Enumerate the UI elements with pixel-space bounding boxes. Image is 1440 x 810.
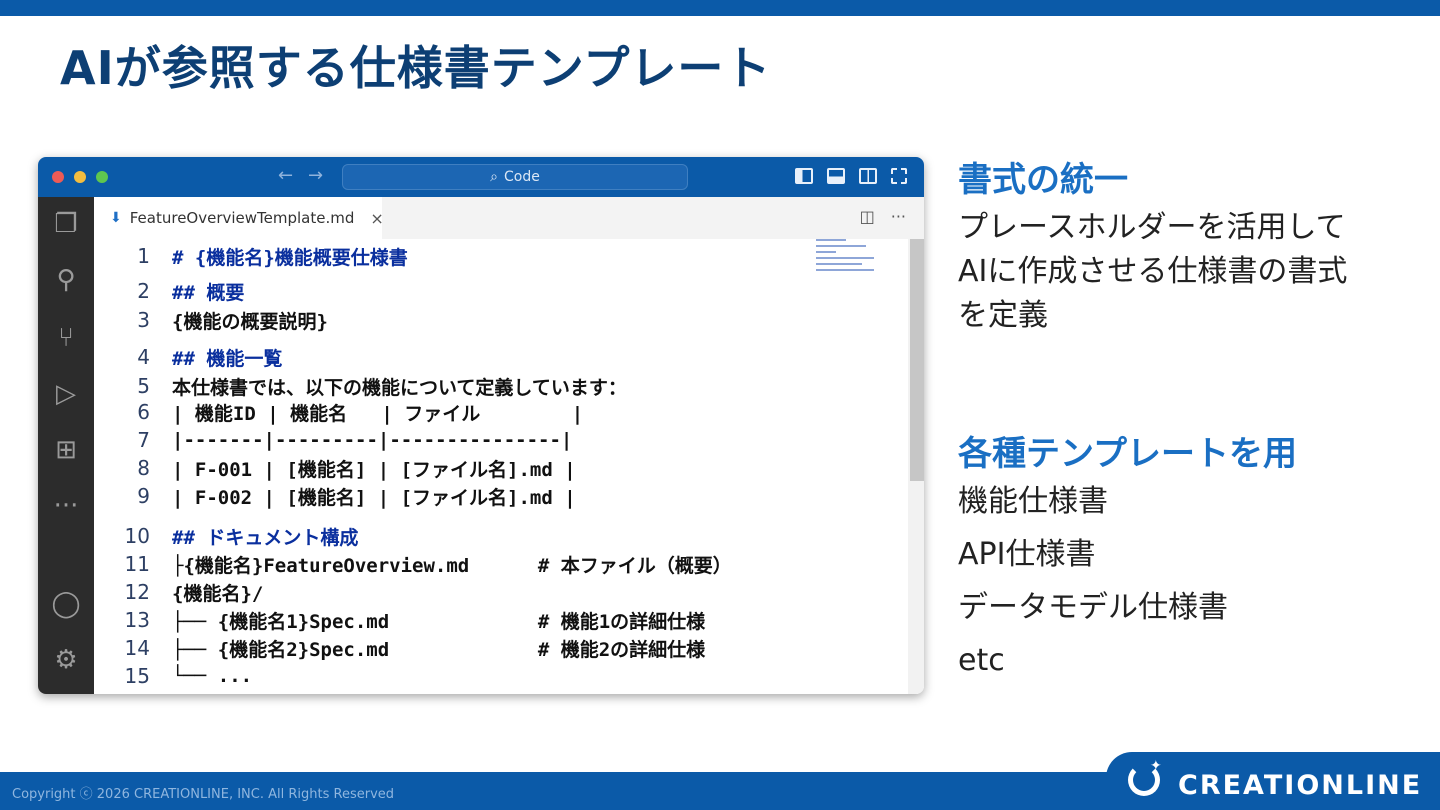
window-titlebar: ← → ⌕ Code bbox=[38, 157, 924, 197]
tab-title: FeatureOverviewTemplate.md bbox=[129, 209, 355, 227]
line-number: 7 bbox=[137, 428, 150, 452]
markdown-file-icon: ⬇ bbox=[110, 210, 122, 226]
editor-tab[interactable]: ⬇ FeatureOverviewTemplate.md × bbox=[94, 197, 384, 239]
section2-item-2: API仕様書 bbox=[958, 537, 1096, 572]
code-line[interactable]: 9 | F-002 | [機能名] | [ファイル名].md | bbox=[94, 483, 575, 509]
section2-item-3: データモデル仕様書 bbox=[958, 590, 1228, 625]
toggle-primary-sidebar-icon[interactable] bbox=[795, 168, 813, 184]
line-number: 9 bbox=[137, 484, 150, 508]
run-debug-icon[interactable]: ▷ bbox=[38, 379, 94, 409]
code-line-text: ├── {機能名2}Spec.md # 機能2の詳細仕様 bbox=[172, 638, 706, 661]
code-line[interactable]: 10 ## ドキュメント構成 bbox=[94, 523, 359, 549]
copyright-text: Copyright ⓒ 2026 CREATIONLINE, INC. All … bbox=[12, 787, 395, 802]
line-number: 10 bbox=[124, 524, 150, 548]
code-line-text: ├── {機能名1}Spec.md # 機能1の詳細仕様 bbox=[172, 610, 706, 633]
command-center-label: Code bbox=[504, 169, 540, 185]
code-line[interactable]: 13 ├── {機能名1}Spec.md # 機能1の詳細仕様 bbox=[94, 607, 706, 633]
source-control-icon[interactable]: ⑂ bbox=[38, 323, 94, 353]
more-icon[interactable]: ··· bbox=[38, 491, 94, 521]
company-logo-text: CREATIONLINE bbox=[1178, 770, 1423, 801]
code-line[interactable]: 7 |-------|---------|---------------| bbox=[94, 427, 572, 453]
maximize-window-button[interactable] bbox=[96, 171, 108, 183]
slide-title: AIが参照する仕様書テンプレート bbox=[60, 41, 772, 95]
line-number: 3 bbox=[137, 308, 150, 332]
code-line-text: ## 機能一覧 bbox=[172, 347, 283, 370]
code-line[interactable]: 5 本仕様書では、以下の機能について定義しています： bbox=[94, 373, 627, 399]
line-number: 1 bbox=[137, 244, 150, 268]
section1-heading: 書式の統一 bbox=[958, 160, 1128, 200]
code-line-text: ├{機能名}FeatureOverview.md # 本ファイル（概要） bbox=[172, 554, 732, 577]
code-line-text: | F-001 | [機能名] | [ファイル名].md | bbox=[172, 458, 576, 481]
code-line-text: 本仕様書では、以下の機能について定義しています： bbox=[172, 376, 627, 399]
minimap[interactable] bbox=[816, 239, 878, 289]
line-number: 8 bbox=[137, 456, 150, 480]
code-line[interactable]: 11 ├{機能名}FeatureOverview.md # 本ファイル（概要） bbox=[94, 551, 732, 577]
line-number: 13 bbox=[124, 608, 150, 632]
code-line[interactable]: 2 ## 概要 bbox=[94, 278, 244, 304]
code-line-text: # {機能名}機能概要仕様書 bbox=[172, 246, 408, 269]
close-window-button[interactable] bbox=[52, 171, 64, 183]
code-line-text: | F-002 | [機能名] | [ファイル名].md | bbox=[172, 486, 576, 509]
code-editor[interactable]: 1 # {機能名}機能概要仕様書 2 ## 概要 3 {機能の概要説明} 4 ## 機能一覧 5… bbox=[94, 239, 924, 694]
customize-layout-icon[interactable] bbox=[891, 168, 907, 184]
search-icon[interactable]: ⚲ bbox=[38, 265, 94, 295]
line-number: 15 bbox=[124, 664, 150, 688]
section2-item-4: etc bbox=[958, 643, 1005, 678]
account-icon[interactable]: ◯ bbox=[38, 589, 94, 619]
line-number: 6 bbox=[137, 400, 150, 424]
settings-gear-icon[interactable]: ⚙ bbox=[38, 645, 94, 675]
command-center-search[interactable]: ⌕ Code bbox=[342, 164, 688, 190]
activity-bar: ❐ ⚲ ⑂ ▷ ⊞ ··· ◯ ⚙ bbox=[38, 197, 94, 694]
back-arrow-icon[interactable]: ← bbox=[278, 165, 293, 186]
line-number: 4 bbox=[137, 345, 150, 369]
vertical-scrollbar[interactable] bbox=[908, 239, 924, 694]
toggle-panel-icon[interactable] bbox=[827, 168, 845, 184]
code-line-text: | 機能ID | 機能名 | ファイル | bbox=[172, 402, 584, 425]
code-line-text: {機能の概要説明} bbox=[172, 310, 328, 333]
code-line[interactable]: 3 {機能の概要説明} bbox=[94, 307, 328, 333]
section2-heading: 各種テンプレートを用 bbox=[958, 434, 1297, 474]
minimize-window-button[interactable] bbox=[74, 171, 86, 183]
section1-line-1: プレースホルダーを活用して bbox=[958, 210, 1346, 245]
code-line[interactable]: 1 # {機能名}機能概要仕様書 bbox=[94, 243, 408, 269]
line-number: 2 bbox=[137, 279, 150, 303]
line-number: 11 bbox=[124, 552, 150, 576]
logo-spark-icon: ✦ bbox=[1150, 758, 1162, 774]
top-accent-bar bbox=[0, 0, 1440, 16]
line-number: 5 bbox=[137, 374, 150, 398]
code-line-text: ## ドキュメント構成 bbox=[172, 526, 359, 549]
more-actions-icon[interactable]: ··· bbox=[891, 207, 906, 226]
search-icon: ⌕ bbox=[490, 169, 498, 185]
code-line[interactable]: 15 └── ... bbox=[94, 663, 253, 689]
editor-window: ← → ⌕ Code ❐ ⚲ ⑂ ▷ ⊞ ··· ◯ ⚙ ⬇ FeatureOv… bbox=[38, 157, 924, 694]
split-editor-icon[interactable]: ◫ bbox=[860, 207, 875, 226]
code-line[interactable]: 8 | F-001 | [機能名] | [ファイル名].md | bbox=[94, 455, 575, 481]
code-line-text: └── ... bbox=[172, 665, 253, 687]
code-line[interactable]: 4 ## 機能一覧 bbox=[94, 344, 282, 370]
close-tab-icon[interactable]: × bbox=[370, 209, 383, 228]
section2-item-1: 機能仕様書 bbox=[958, 484, 1108, 519]
editor-tab-row: ⬇ FeatureOverviewTemplate.md × ◫ ··· bbox=[94, 197, 924, 239]
code-line-text: ## 概要 bbox=[172, 281, 245, 304]
code-line-text: |-------|---------|---------------| bbox=[172, 429, 573, 451]
scrollbar-thumb[interactable] bbox=[910, 239, 924, 481]
toggle-secondary-sidebar-icon[interactable] bbox=[859, 168, 877, 184]
code-line-text: {機能名}/ bbox=[172, 582, 264, 605]
line-number: 14 bbox=[124, 636, 150, 660]
section1-line-2: AIに作成させる仕様書の書式 bbox=[958, 254, 1348, 289]
explorer-icon[interactable]: ❐ bbox=[38, 209, 94, 239]
extensions-icon[interactable]: ⊞ bbox=[38, 435, 94, 465]
code-line[interactable]: 14 ├── {機能名2}Spec.md # 機能2の詳細仕様 bbox=[94, 635, 706, 661]
forward-arrow-icon[interactable]: → bbox=[308, 165, 323, 186]
line-number: 12 bbox=[124, 580, 150, 604]
code-line[interactable]: 12 {機能名}/ bbox=[94, 579, 264, 605]
section1-line-3: を定義 bbox=[958, 298, 1048, 333]
code-line[interactable]: 6 | 機能ID | 機能名 | ファイル | bbox=[94, 399, 583, 425]
